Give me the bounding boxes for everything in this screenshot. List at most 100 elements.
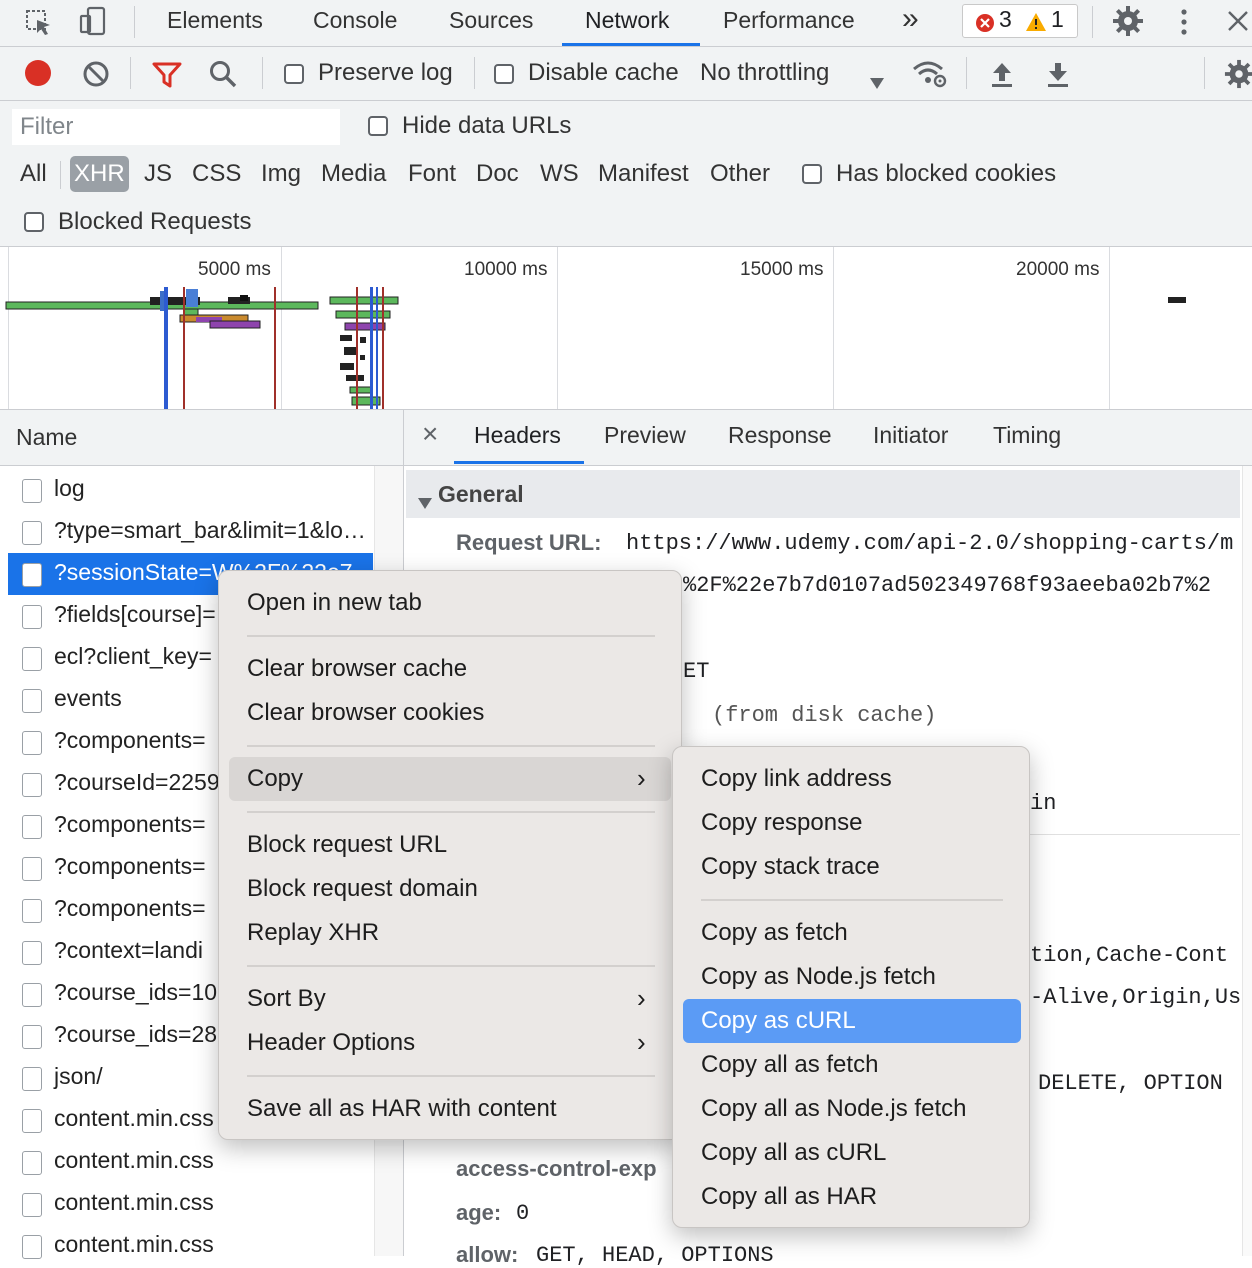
request-type-icon	[22, 647, 42, 671]
menu-save-all-as-har[interactable]: Save all as HAR with content	[247, 1095, 556, 1123]
request-name: ?course_ids=10	[54, 979, 218, 1005]
issues-badge[interactable]: 3 1	[962, 4, 1078, 38]
table-row[interactable]: log	[8, 469, 373, 511]
has-blocked-cookies-checkbox[interactable]	[802, 164, 822, 184]
tab-preview[interactable]: Preview	[604, 422, 686, 449]
request-type-icon	[22, 731, 42, 755]
tab-headers[interactable]: Headers	[474, 422, 561, 449]
allow-label: allow:	[456, 1242, 519, 1267]
table-row[interactable]: ?type=smart_bar&limit=1&lo…	[8, 511, 373, 553]
type-filter-xhr[interactable]: XHR	[70, 156, 129, 192]
tab-initiator[interactable]: Initiator	[873, 422, 948, 449]
filter-input[interactable]: Filter	[12, 109, 340, 145]
device-toolbar-icon[interactable]	[78, 6, 108, 45]
throttling-select[interactable]: No throttling	[700, 59, 829, 87]
table-row[interactable]: content.min.css	[8, 1225, 373, 1267]
details-tab-bar: × Headers Preview Response Initiator Tim…	[404, 410, 1252, 466]
type-filter-js[interactable]: JS	[144, 156, 172, 192]
active-tab-indicator	[562, 43, 700, 46]
error-icon	[975, 12, 995, 40]
type-filter-manifest[interactable]: Manifest	[598, 156, 689, 192]
submenu-copy-all-as-curl[interactable]: Copy all as cURL	[701, 1139, 886, 1167]
request-type-icon	[22, 1109, 42, 1133]
general-section-header[interactable]: General	[406, 470, 1240, 518]
type-filter-all[interactable]: All	[20, 156, 47, 192]
type-filter-css[interactable]: CSS	[192, 156, 241, 192]
network-settings-gear-icon[interactable]	[1224, 59, 1252, 96]
age-value: 0	[516, 1201, 530, 1226]
request-url-label: Request URL:	[456, 530, 602, 555]
submenu-copy-as-fetch[interactable]: Copy as fetch	[701, 919, 848, 947]
menu-clear-browser-cache[interactable]: Clear browser cache	[247, 655, 467, 683]
submenu-copy-as-curl[interactable]: Copy as cURL	[701, 1007, 856, 1035]
more-tabs-button[interactable]: »	[902, 0, 919, 46]
submenu-copy-all-as-nodejs-fetch[interactable]: Copy all as Node.js fetch	[701, 1095, 966, 1123]
type-filter-doc[interactable]: Doc	[476, 156, 519, 192]
disable-cache-checkbox[interactable]	[494, 64, 514, 84]
type-filter-img[interactable]: Img	[261, 156, 301, 192]
tab-console[interactable]: Console	[313, 0, 397, 46]
import-har-icon[interactable]	[990, 60, 1014, 95]
tab-sources[interactable]: Sources	[449, 0, 533, 46]
type-filter-font[interactable]: Font	[408, 156, 456, 192]
submenu-copy-all-as-fetch[interactable]: Copy all as fetch	[701, 1051, 878, 1079]
age-label: age:	[456, 1200, 502, 1225]
type-filter-other[interactable]: Other	[710, 156, 770, 192]
submenu-copy-link-address[interactable]: Copy link address	[701, 765, 892, 793]
menu-block-request-url[interactable]: Block request URL	[247, 831, 447, 859]
submenu-copy-response[interactable]: Copy response	[701, 809, 862, 837]
close-devtools-icon[interactable]	[1226, 9, 1250, 40]
submenu-copy-stack-trace[interactable]: Copy stack trace	[701, 853, 880, 881]
network-overview[interactable]: 5000 ms 10000 ms 15000 ms 20000 ms	[0, 247, 1252, 410]
filter-funnel-icon[interactable]	[152, 62, 182, 95]
menu-replay-xhr[interactable]: Replay XHR	[247, 919, 379, 947]
table-row[interactable]: content.min.css	[8, 1183, 373, 1225]
menu-sort-by[interactable]: Sort By	[247, 985, 326, 1013]
menu-open-in-new-tab[interactable]: Open in new tab	[247, 589, 422, 617]
blocked-requests-checkbox[interactable]	[24, 212, 44, 232]
request-url-continued: %2F%22e7b7d0107ad502349768f93aeeba02b7%2	[683, 573, 1212, 598]
dropdown-triangle-icon[interactable]	[870, 69, 884, 97]
tab-response[interactable]: Response	[728, 422, 832, 449]
kebab-menu-icon[interactable]	[1176, 6, 1192, 45]
collapse-triangle-icon	[418, 489, 432, 517]
table-row[interactable]: content.min.css	[8, 1141, 373, 1183]
record-button[interactable]	[24, 59, 52, 94]
request-type-icon	[22, 605, 42, 629]
details-scrollbar[interactable]	[1242, 466, 1252, 1256]
devtools-tab-bar: Elements Console Sources Network Perform…	[0, 0, 1252, 47]
type-filter-media[interactable]: Media	[321, 156, 386, 192]
request-type-icon	[22, 983, 42, 1007]
tab-timing[interactable]: Timing	[993, 422, 1061, 449]
request-type-icon	[22, 1151, 42, 1175]
request-name: ecl?client_key=	[54, 643, 212, 669]
menu-header-options[interactable]: Header Options	[247, 1029, 415, 1057]
hide-data-urls-checkbox[interactable]	[368, 116, 388, 136]
tab-performance[interactable]: Performance	[723, 0, 855, 46]
sort-by-chevron-icon: ›	[637, 983, 646, 1013]
network-conditions-icon[interactable]	[912, 59, 948, 96]
menu-block-request-domain[interactable]: Block request domain	[247, 875, 478, 903]
name-column-header[interactable]: Name	[0, 410, 404, 466]
menu-copy[interactable]: Copy	[247, 765, 303, 793]
inspect-element-icon[interactable]	[24, 8, 54, 45]
request-name: content.min.css	[54, 1231, 214, 1257]
clear-icon[interactable]	[82, 60, 110, 95]
menu-clear-browser-cookies[interactable]: Clear browser cookies	[247, 699, 484, 727]
tab-elements[interactable]: Elements	[167, 0, 263, 46]
name-header-label: Name	[16, 424, 78, 450]
preserve-log-checkbox[interactable]	[284, 64, 304, 84]
request-type-icon	[22, 815, 42, 839]
request-type-icon	[22, 857, 42, 881]
allow-headers-fragment-2: -Alive,Origin,Us	[1030, 985, 1242, 1010]
submenu-copy-as-nodejs-fetch[interactable]: Copy as Node.js fetch	[701, 963, 936, 991]
close-details-icon[interactable]: ×	[422, 418, 438, 450]
export-har-icon[interactable]	[1046, 60, 1070, 95]
search-icon[interactable]	[208, 59, 238, 96]
tab-network[interactable]: Network	[585, 0, 669, 46]
context-menu: Open in new tab Clear browser cache Clea…	[218, 570, 682, 1140]
copy-submenu: Copy link address Copy response Copy sta…	[672, 746, 1030, 1228]
settings-gear-icon[interactable]	[1112, 5, 1144, 44]
type-filter-ws[interactable]: WS	[540, 156, 579, 192]
submenu-copy-all-as-har[interactable]: Copy all as HAR	[701, 1183, 877, 1211]
